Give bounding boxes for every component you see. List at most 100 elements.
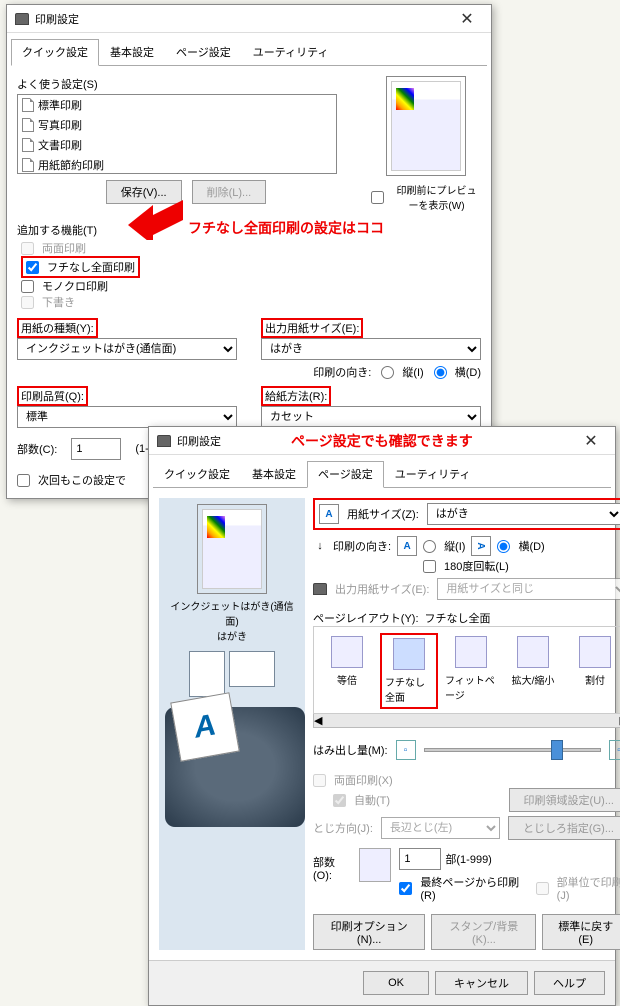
layout-item-normal[interactable]: 等倍: [318, 633, 376, 709]
layout-item-borderless[interactable]: フチなし全面: [380, 633, 438, 709]
dialog-title: 印刷設定: [35, 11, 79, 27]
callout-confirm: ページ設定でも確認できます: [291, 431, 473, 451]
layout-icon: [517, 636, 549, 668]
tab-basic[interactable]: 基本設定: [241, 461, 307, 487]
layout-label: ページレイアウト(Y):: [313, 610, 419, 626]
titlebar: 印刷設定 ✕: [7, 5, 491, 33]
quality-label: 印刷品質(Q):: [17, 386, 88, 406]
bind-label: とじ方向(J):: [313, 820, 373, 836]
preview-name-2: はがき: [217, 628, 247, 643]
duplex-checkbox: [313, 774, 326, 787]
delete-button[interactable]: 削除(L)...: [192, 180, 267, 204]
preview-pane: [197, 504, 267, 594]
auto-label: 自動(T): [354, 792, 390, 808]
tab-utility[interactable]: ユーティリティ: [384, 461, 482, 487]
rotate180-label: 180度回転(L): [444, 558, 509, 574]
overflow-label: はみ出し量(M):: [313, 742, 388, 758]
paper-size-select[interactable]: はがき: [427, 503, 620, 525]
printer-icon: [15, 13, 29, 25]
feed-select[interactable]: カセット: [261, 406, 481, 428]
landscape-radio[interactable]: 横(D): [497, 538, 544, 554]
tab-basic[interactable]: 基本設定: [99, 39, 165, 65]
landscape-icon: A: [471, 536, 491, 556]
overflow-min-icon: ▫: [396, 740, 416, 760]
duplex-label: 両面印刷: [42, 240, 86, 256]
list-item[interactable]: 標準印刷: [18, 95, 336, 115]
copies-range: 部(1-999): [445, 851, 491, 867]
by-set-checkbox: 部単位で印刷(J): [536, 874, 620, 902]
layout-item-scale[interactable]: 拡大/縮小: [504, 633, 562, 709]
close-button[interactable]: ✕: [447, 6, 487, 32]
preview-before-print-label: 印刷前にプレビューを表示(W): [392, 182, 481, 212]
callout-arrow-icon: [128, 190, 188, 240]
layout-scrollbar[interactable]: ◀▶: [313, 714, 620, 728]
layout-item-nup[interactable]: 割付: [566, 633, 620, 709]
layout-icon: [455, 636, 487, 668]
also-apply-checkbox[interactable]: [17, 474, 30, 487]
layout-items: 等倍 フチなし全面 フィットページ 拡大/縮小 割付: [313, 626, 620, 714]
orientation-label: 印刷の向き:: [313, 364, 371, 380]
quality-select[interactable]: 標準: [17, 406, 237, 428]
portrait-icon: A: [397, 536, 417, 556]
copies-input[interactable]: [71, 438, 121, 460]
dialog-title: 印刷設定: [177, 433, 221, 449]
doc-icon: [22, 98, 34, 112]
ok-button[interactable]: OK: [363, 971, 429, 995]
cancel-button[interactable]: キャンセル: [435, 971, 528, 995]
orientation-label: 印刷の向き:: [333, 538, 391, 554]
callout-borderless: フチなし全面印刷の設定はココ: [188, 218, 384, 238]
tab-quick-setup[interactable]: クイック設定: [11, 39, 99, 66]
preview-before-print-checkbox[interactable]: [371, 191, 384, 204]
close-button[interactable]: ✕: [571, 428, 611, 454]
tab-page-setup[interactable]: ページ設定: [165, 39, 242, 65]
copies-label: 部数(C):: [17, 441, 57, 457]
bind-margin-button: とじしろ指定(G)...: [508, 816, 620, 840]
list-item-label: 用紙節約印刷: [38, 157, 104, 173]
doc-icon: [22, 118, 34, 132]
layout-icon: [331, 636, 363, 668]
stamp-button: スタンプ/背景(K)...: [431, 914, 536, 950]
orientation-thumb-landscape[interactable]: [229, 651, 275, 687]
mono-checkbox[interactable]: [21, 280, 34, 293]
output-size-select[interactable]: はがき: [261, 338, 481, 360]
borderless-checkbox[interactable]: [26, 261, 39, 274]
feed-label: 給紙方法(R):: [261, 386, 331, 406]
presets-listbox[interactable]: 標準印刷 写真印刷 文書印刷 用紙節約印刷 封筒印刷: [17, 94, 337, 174]
output-size-select: 用紙サイズと同じ: [437, 578, 620, 600]
output-size-label: 出力用紙サイズ(E):: [261, 318, 363, 338]
preview-name-1: インクジェットはがき(通信面): [165, 598, 299, 628]
tabs: クイック設定 基本設定 ページ設定 ユーティリティ: [11, 37, 487, 66]
page-arrow-icon: A: [170, 692, 240, 762]
rotate180-checkbox[interactable]: [423, 560, 436, 573]
copies-icon: [359, 848, 391, 882]
copies-input[interactable]: [399, 848, 441, 870]
orientation-thumb-portrait[interactable]: [189, 651, 225, 697]
list-item[interactable]: 写真印刷: [18, 115, 336, 135]
tabs: クイック設定 基本設定 ページ設定 ユーティリティ: [153, 459, 611, 488]
overflow-slider[interactable]: [424, 748, 601, 752]
mono-label: モノクロ印刷: [42, 278, 108, 294]
doc-icon: [22, 138, 34, 152]
paper-size-label: 用紙サイズ(Z):: [347, 506, 419, 522]
orientation-icon: ↓: [313, 540, 327, 552]
landscape-radio[interactable]: 横(D): [434, 364, 481, 380]
draft-checkbox: [21, 296, 34, 309]
layout-icon: [579, 636, 611, 668]
paper-type-label: 用紙の種類(Y):: [17, 318, 98, 338]
portrait-radio[interactable]: 縦(I): [381, 364, 423, 380]
list-item-label: 標準印刷: [38, 97, 82, 113]
list-item[interactable]: 文書印刷: [18, 135, 336, 155]
paper-type-select[interactable]: インクジェットはがき(通信面): [17, 338, 237, 360]
tab-quick-setup[interactable]: クイック設定: [153, 461, 241, 487]
list-item-label: 写真印刷: [38, 117, 82, 133]
defaults-button[interactable]: 標準に戻す(E): [542, 914, 620, 950]
print-options-button[interactable]: 印刷オプション(N)...: [313, 914, 425, 950]
last-page-first-checkbox[interactable]: 最終ページから印刷(R): [399, 874, 525, 902]
layout-item-fit[interactable]: フィットページ: [442, 633, 500, 709]
printer-3d-icon: A: [165, 707, 305, 827]
tab-utility[interactable]: ユーティリティ: [242, 39, 340, 65]
list-item[interactable]: 用紙節約印刷: [18, 155, 336, 174]
tab-page-setup[interactable]: ページ設定: [307, 461, 384, 488]
help-button[interactable]: ヘルプ: [534, 971, 605, 995]
portrait-radio[interactable]: 縦(I): [423, 538, 465, 554]
